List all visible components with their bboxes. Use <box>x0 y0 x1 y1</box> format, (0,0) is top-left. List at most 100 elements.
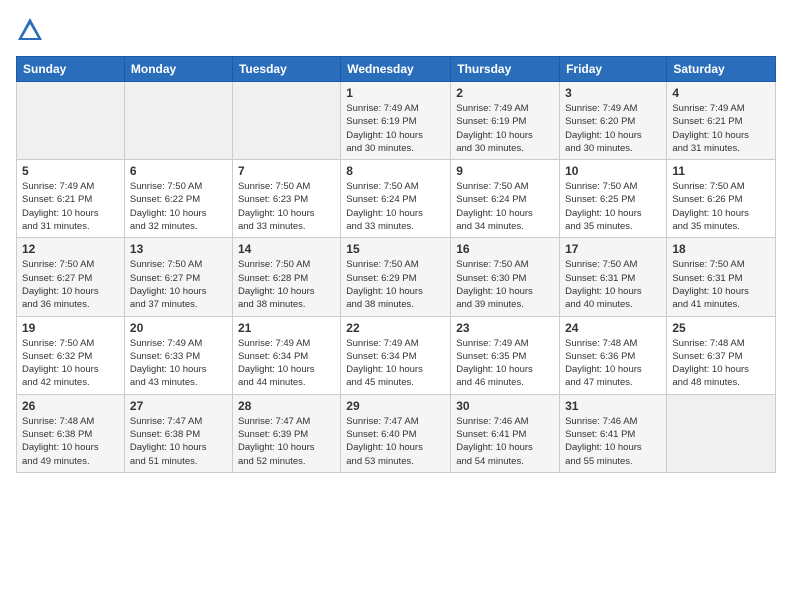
day-number: 25 <box>672 321 770 335</box>
calendar-cell: 16Sunrise: 7:50 AM Sunset: 6:30 PM Dayli… <box>451 238 560 316</box>
week-row-3: 12 Sunrise: 7:50 AM Sunset: 6:27 PM Dayli… <box>17 238 776 316</box>
week-row-5: 26Sunrise: 7:48 AM Sunset: 6:38 PM Dayli… <box>17 394 776 472</box>
calendar-cell: 23 Sunrise: 7:49 AM Sunset: 6:35 PM Dayli… <box>451 316 560 394</box>
day-info: Sunrise: 7:49 AM Sunset: 6:33 PM Dayligh… <box>130 337 227 390</box>
day-number: 18 <box>672 242 770 256</box>
day-number: 20 <box>130 321 227 335</box>
weekday-header-friday: Friday <box>560 57 667 82</box>
day-number: 31 <box>565 399 661 413</box>
calendar-cell: 1Sunrise: 7:49 AM Sunset: 6:19 PM Daylig… <box>341 82 451 160</box>
day-number: 26 <box>22 399 119 413</box>
day-number: 15 <box>346 242 445 256</box>
weekday-header-sunday: Sunday <box>17 57 125 82</box>
calendar-cell: 4 Sunrise: 7:49 AM Sunset: 6:21 PM Daylig… <box>667 82 776 160</box>
day-number: 1 <box>346 86 445 100</box>
day-number: 4 <box>672 86 770 100</box>
calendar-cell <box>667 394 776 472</box>
day-info: Sunrise: 7:50 AM Sunset: 6:28 PM Dayligh… <box>238 258 335 311</box>
day-info: Sunrise: 7:50 AM Sunset: 6:24 PM Dayligh… <box>456 180 554 233</box>
calendar-cell: 17 Sunrise: 7:50 AM Sunset: 6:31 PM Dayli… <box>560 238 667 316</box>
day-number: 24 <box>565 321 661 335</box>
weekday-header-wednesday: Wednesday <box>341 57 451 82</box>
day-info: Sunrise: 7:50 AM Sunset: 6:32 PM Dayligh… <box>22 337 119 390</box>
day-info: Sunrise: 7:50 AM Sunset: 6:24 PM Dayligh… <box>346 180 445 233</box>
calendar-cell: 28 Sunrise: 7:47 AM Sunset: 6:39 PM Dayli… <box>232 394 340 472</box>
calendar-cell: 11Sunrise: 7:50 AM Sunset: 6:26 PM Dayli… <box>667 160 776 238</box>
calendar-cell: 2 Sunrise: 7:49 AM Sunset: 6:19 PM Daylig… <box>451 82 560 160</box>
calendar-cell: 15 Sunrise: 7:50 AM Sunset: 6:29 PM Dayli… <box>341 238 451 316</box>
weekday-header-monday: Monday <box>124 57 232 82</box>
calendar-cell: 12Sunrise: 7:50 AM Sunset: 6:27 PM Dayli… <box>17 238 125 316</box>
day-info: Sunrise: 7:49 AM Sunset: 6:21 PM Dayligh… <box>22 180 119 233</box>
calendar-cell: 30 Sunrise: 7:46 AM Sunset: 6:41 PM Dayli… <box>451 394 560 472</box>
day-info: Sunrise: 7:50 AM Sunset: 6:31 PM Dayligh… <box>565 258 661 311</box>
calendar-cell: 20 Sunrise: 7:49 AM Sunset: 6:33 PM Dayli… <box>124 316 232 394</box>
day-info: Sunrise: 7:49 AM Sunset: 6:35 PM Dayligh… <box>456 337 554 390</box>
day-info: Sunrise: 7:50 AM Sunset: 6:22 PM Dayligh… <box>130 180 227 233</box>
day-info: Sunrise: 7:50 AM Sunset: 6:29 PM Dayligh… <box>346 258 445 311</box>
day-number: 10 <box>565 164 661 178</box>
calendar-body: 1 Sunrise: 7:49 AM Sunset: 6:19 PM Daylig… <box>17 82 776 473</box>
day-number: 21 <box>238 321 335 335</box>
day-number: 16 <box>456 242 554 256</box>
day-info: Sunrise: 7:48 AM Sunset: 6:37 PM Dayligh… <box>672 337 770 390</box>
day-number: 3 <box>565 86 661 100</box>
calendar-cell: 24 Sunrise: 7:48 AM Sunset: 6:36 PM Dayli… <box>560 316 667 394</box>
day-number: 22 <box>346 321 445 335</box>
day-info: Sunrise: 7:49 AM Sunset: 6:20 PM Dayligh… <box>565 102 661 155</box>
day-number: 17 <box>565 242 661 256</box>
calendar-cell: 9 Sunrise: 7:50 AM Sunset: 6:24 PM Daylig… <box>451 160 560 238</box>
day-number: 19 <box>22 321 119 335</box>
day-info: Sunrise: 7:49 AM Sunset: 6:34 PM Dayligh… <box>346 337 445 390</box>
day-number: 12 <box>22 242 119 256</box>
day-info: Sunrise: 7:50 AM Sunset: 6:23 PM Dayligh… <box>238 180 335 233</box>
calendar-cell: 10Sunrise: 7:50 AM Sunset: 6:25 PM Dayli… <box>560 160 667 238</box>
calendar-cell: 21 Sunrise: 7:49 AM Sunset: 6:34 PM Dayli… <box>232 316 340 394</box>
day-number: 28 <box>238 399 335 413</box>
day-info: Sunrise: 7:50 AM Sunset: 6:26 PM Dayligh… <box>672 180 770 233</box>
calendar-cell: 25 Sunrise: 7:48 AM Sunset: 6:37 PM Dayli… <box>667 316 776 394</box>
weekday-header-saturday: Saturday <box>667 57 776 82</box>
day-number: 27 <box>130 399 227 413</box>
day-info: Sunrise: 7:49 AM Sunset: 6:19 PM Dayligh… <box>456 102 554 155</box>
calendar-cell <box>17 82 125 160</box>
day-number: 5 <box>22 164 119 178</box>
day-number: 9 <box>456 164 554 178</box>
day-info: Sunrise: 7:46 AM Sunset: 6:41 PM Dayligh… <box>456 415 554 468</box>
day-number: 23 <box>456 321 554 335</box>
week-row-2: 5 Sunrise: 7:49 AM Sunset: 6:21 PM Daylig… <box>17 160 776 238</box>
day-info: Sunrise: 7:47 AM Sunset: 6:40 PM Dayligh… <box>346 415 445 468</box>
logo-icon <box>16 16 44 44</box>
calendar-cell: 8Sunrise: 7:50 AM Sunset: 6:24 PM Daylig… <box>341 160 451 238</box>
calendar: SundayMondayTuesdayWednesdayThursdayFrid… <box>16 56 776 473</box>
day-info: Sunrise: 7:49 AM Sunset: 6:21 PM Dayligh… <box>672 102 770 155</box>
day-info: Sunrise: 7:47 AM Sunset: 6:39 PM Dayligh… <box>238 415 335 468</box>
calendar-cell: 22 Sunrise: 7:49 AM Sunset: 6:34 PM Dayli… <box>341 316 451 394</box>
calendar-cell <box>124 82 232 160</box>
day-number: 7 <box>238 164 335 178</box>
week-row-1: 1 Sunrise: 7:49 AM Sunset: 6:19 PM Daylig… <box>17 82 776 160</box>
calendar-cell: 26Sunrise: 7:48 AM Sunset: 6:38 PM Dayli… <box>17 394 125 472</box>
day-number: 13 <box>130 242 227 256</box>
weekday-row: SundayMondayTuesdayWednesdayThursdayFrid… <box>17 57 776 82</box>
calendar-cell: 27 Sunrise: 7:47 AM Sunset: 6:38 PM Dayli… <box>124 394 232 472</box>
day-number: 14 <box>238 242 335 256</box>
calendar-cell: 19 Sunrise: 7:50 AM Sunset: 6:32 PM Dayli… <box>17 316 125 394</box>
day-number: 29 <box>346 399 445 413</box>
calendar-cell: 7 Sunrise: 7:50 AM Sunset: 6:23 PM Daylig… <box>232 160 340 238</box>
calendar-cell: 6Sunrise: 7:50 AM Sunset: 6:22 PM Daylig… <box>124 160 232 238</box>
day-info: Sunrise: 7:49 AM Sunset: 6:34 PM Dayligh… <box>238 337 335 390</box>
page-header <box>16 16 776 44</box>
calendar-cell: 3 Sunrise: 7:49 AM Sunset: 6:20 PM Daylig… <box>560 82 667 160</box>
calendar-cell: 31Sunrise: 7:46 AM Sunset: 6:41 PM Dayli… <box>560 394 667 472</box>
day-info: Sunrise: 7:47 AM Sunset: 6:38 PM Dayligh… <box>130 415 227 468</box>
weekday-header-thursday: Thursday <box>451 57 560 82</box>
day-info: Sunrise: 7:48 AM Sunset: 6:36 PM Dayligh… <box>565 337 661 390</box>
day-number: 2 <box>456 86 554 100</box>
day-info: Sunrise: 7:50 AM Sunset: 6:27 PM Dayligh… <box>130 258 227 311</box>
day-number: 30 <box>456 399 554 413</box>
calendar-cell <box>232 82 340 160</box>
calendar-cell: 29 Sunrise: 7:47 AM Sunset: 6:40 PM Dayli… <box>341 394 451 472</box>
calendar-cell: 13 Sunrise: 7:50 AM Sunset: 6:27 PM Dayli… <box>124 238 232 316</box>
logo <box>16 16 48 44</box>
